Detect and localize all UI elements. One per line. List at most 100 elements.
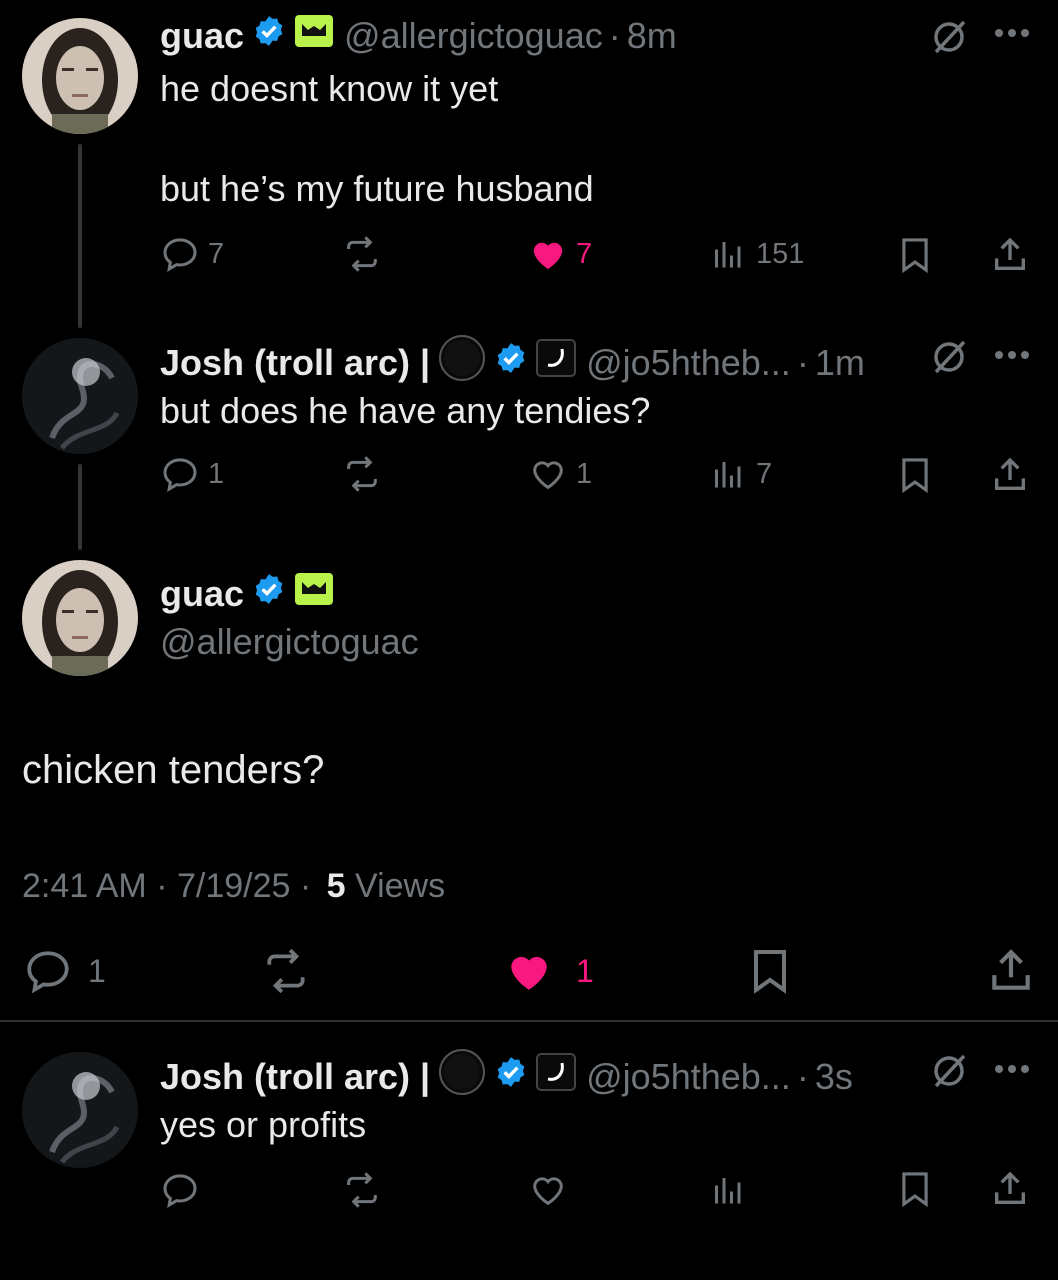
affiliate-logo-icon[interactable] xyxy=(536,339,577,387)
views-button[interactable]: 7 xyxy=(712,454,772,494)
tweet-header: Josh (troll arc) | @jo5htheb... · 1m xyxy=(160,334,865,392)
more-options-icon[interactable] xyxy=(994,1062,1030,1080)
author-handle[interactable]: @allergictoguac xyxy=(160,620,419,664)
share-icon xyxy=(992,949,1030,990)
views-label: Views xyxy=(355,867,446,905)
share-button[interactable] xyxy=(990,454,1030,496)
tweet-time[interactable]: 3s xyxy=(815,1055,853,1099)
affiliate-badge-icon[interactable] xyxy=(294,14,334,58)
bookmark-icon xyxy=(902,458,928,494)
affiliate-badge-icon[interactable] xyxy=(294,572,334,616)
author-name[interactable]: Josh (troll arc) | xyxy=(160,1055,430,1099)
share-icon xyxy=(995,237,1025,270)
bookmark-button[interactable] xyxy=(896,234,934,276)
reply-button[interactable]: 1 xyxy=(22,946,106,996)
reply-button[interactable]: 1 xyxy=(160,454,224,494)
reply-count: 7 xyxy=(208,237,225,270)
repost-button[interactable] xyxy=(340,1170,384,1210)
repost-icon xyxy=(347,456,377,492)
reply-icon xyxy=(163,238,197,272)
separator-dot: · xyxy=(796,342,809,383)
share-button[interactable] xyxy=(986,944,1036,998)
bookmark-icon xyxy=(902,238,928,274)
grok-slash-icon[interactable] xyxy=(930,1052,968,1095)
tweet-text: but does he have any tendies? xyxy=(160,390,651,431)
reply-icon xyxy=(163,1174,197,1208)
reply-count: 1 xyxy=(208,457,225,490)
bookmark-icon xyxy=(902,1172,928,1208)
separator-dot: · xyxy=(796,1056,809,1097)
views-icon xyxy=(715,242,741,268)
avatar-josh[interactable] xyxy=(22,1052,138,1168)
verified-icon xyxy=(494,341,528,385)
reply-icon xyxy=(27,951,69,994)
like-count: 1 xyxy=(576,952,594,989)
verified-icon xyxy=(252,14,286,58)
views-count: 151 xyxy=(756,237,805,270)
repost-icon xyxy=(347,236,377,272)
tweet-header: guac @allergictoguac · 8m xyxy=(160,14,677,58)
repost-button[interactable] xyxy=(340,454,384,494)
heart-icon xyxy=(533,1177,563,1206)
avatar-guac[interactable] xyxy=(22,18,138,134)
reply-count: 1 xyxy=(88,952,106,989)
views-icon xyxy=(715,462,741,488)
tweet-time[interactable]: 1m xyxy=(815,341,865,385)
affiliate-logo-icon[interactable] xyxy=(536,1053,577,1101)
reply-button[interactable]: 7 xyxy=(160,234,224,274)
bookmark-icon xyxy=(754,950,786,994)
author-name[interactable]: Josh (troll arc) | xyxy=(160,341,430,385)
like-count: 1 xyxy=(576,457,593,490)
like-button[interactable]: 1 xyxy=(528,454,592,494)
repost-button[interactable] xyxy=(258,946,314,996)
more-options-icon[interactable] xyxy=(994,26,1030,44)
thread-line xyxy=(78,464,82,550)
share-button[interactable] xyxy=(990,234,1030,276)
bookmark-button[interactable] xyxy=(746,944,794,998)
views-icon xyxy=(715,1178,741,1204)
repost-icon xyxy=(267,948,305,994)
thread-line xyxy=(78,144,82,328)
verified-icon xyxy=(494,1055,528,1099)
timestamp[interactable]: 2:41 AM · 7/19/25 · xyxy=(22,867,311,905)
more-options-icon[interactable] xyxy=(994,348,1030,366)
avatar-guac[interactable] xyxy=(22,560,138,676)
views-count: 7 xyxy=(756,457,773,490)
bookmark-button[interactable] xyxy=(896,454,934,496)
tweet-header: Josh (troll arc) | @jo5htheb... · 3s xyxy=(160,1048,853,1106)
verified-icon xyxy=(252,572,286,616)
author-handle[interactable]: @jo5htheb... xyxy=(586,1055,791,1099)
tweet-text: he doesnt know it yet but he’s my future… xyxy=(160,68,594,209)
like-button[interactable] xyxy=(528,1170,568,1210)
heart-icon xyxy=(533,461,563,490)
repost-icon xyxy=(347,1172,377,1208)
share-button[interactable] xyxy=(990,1168,1030,1210)
divider xyxy=(0,1020,1058,1022)
like-button[interactable]: 1 xyxy=(504,946,594,996)
views-number: 5 xyxy=(326,867,346,905)
avatar-josh[interactable] xyxy=(22,338,138,454)
main-tweet-header: guac xyxy=(160,572,334,616)
share-icon xyxy=(995,1171,1025,1204)
grok-slash-icon[interactable] xyxy=(930,338,968,381)
repost-button[interactable] xyxy=(340,234,384,274)
views-button[interactable]: 151 xyxy=(712,234,804,274)
author-name[interactable]: guac xyxy=(160,572,244,616)
share-icon xyxy=(995,457,1025,490)
main-tweet-meta: 2:41 AM · 7/19/25 · 5 Views xyxy=(22,864,445,908)
reply-icon xyxy=(163,458,197,492)
like-button[interactable]: 7 xyxy=(528,234,592,274)
main-tweet-text: chicken tenders? xyxy=(22,748,325,792)
black-circle-icon xyxy=(438,1048,486,1106)
views-button[interactable] xyxy=(712,1170,748,1210)
tweet-time[interactable]: 8m xyxy=(627,14,677,58)
bookmark-button[interactable] xyxy=(896,1168,934,1210)
author-handle[interactable]: @allergictoguac xyxy=(344,14,603,58)
author-handle[interactable]: @jo5htheb... xyxy=(586,341,791,385)
separator-dot: · xyxy=(608,15,621,56)
grok-slash-icon[interactable] xyxy=(930,18,968,61)
heart-filled-icon xyxy=(511,956,547,990)
author-name[interactable]: guac xyxy=(160,14,244,58)
black-circle-icon xyxy=(438,334,486,392)
reply-button[interactable] xyxy=(160,1170,200,1210)
